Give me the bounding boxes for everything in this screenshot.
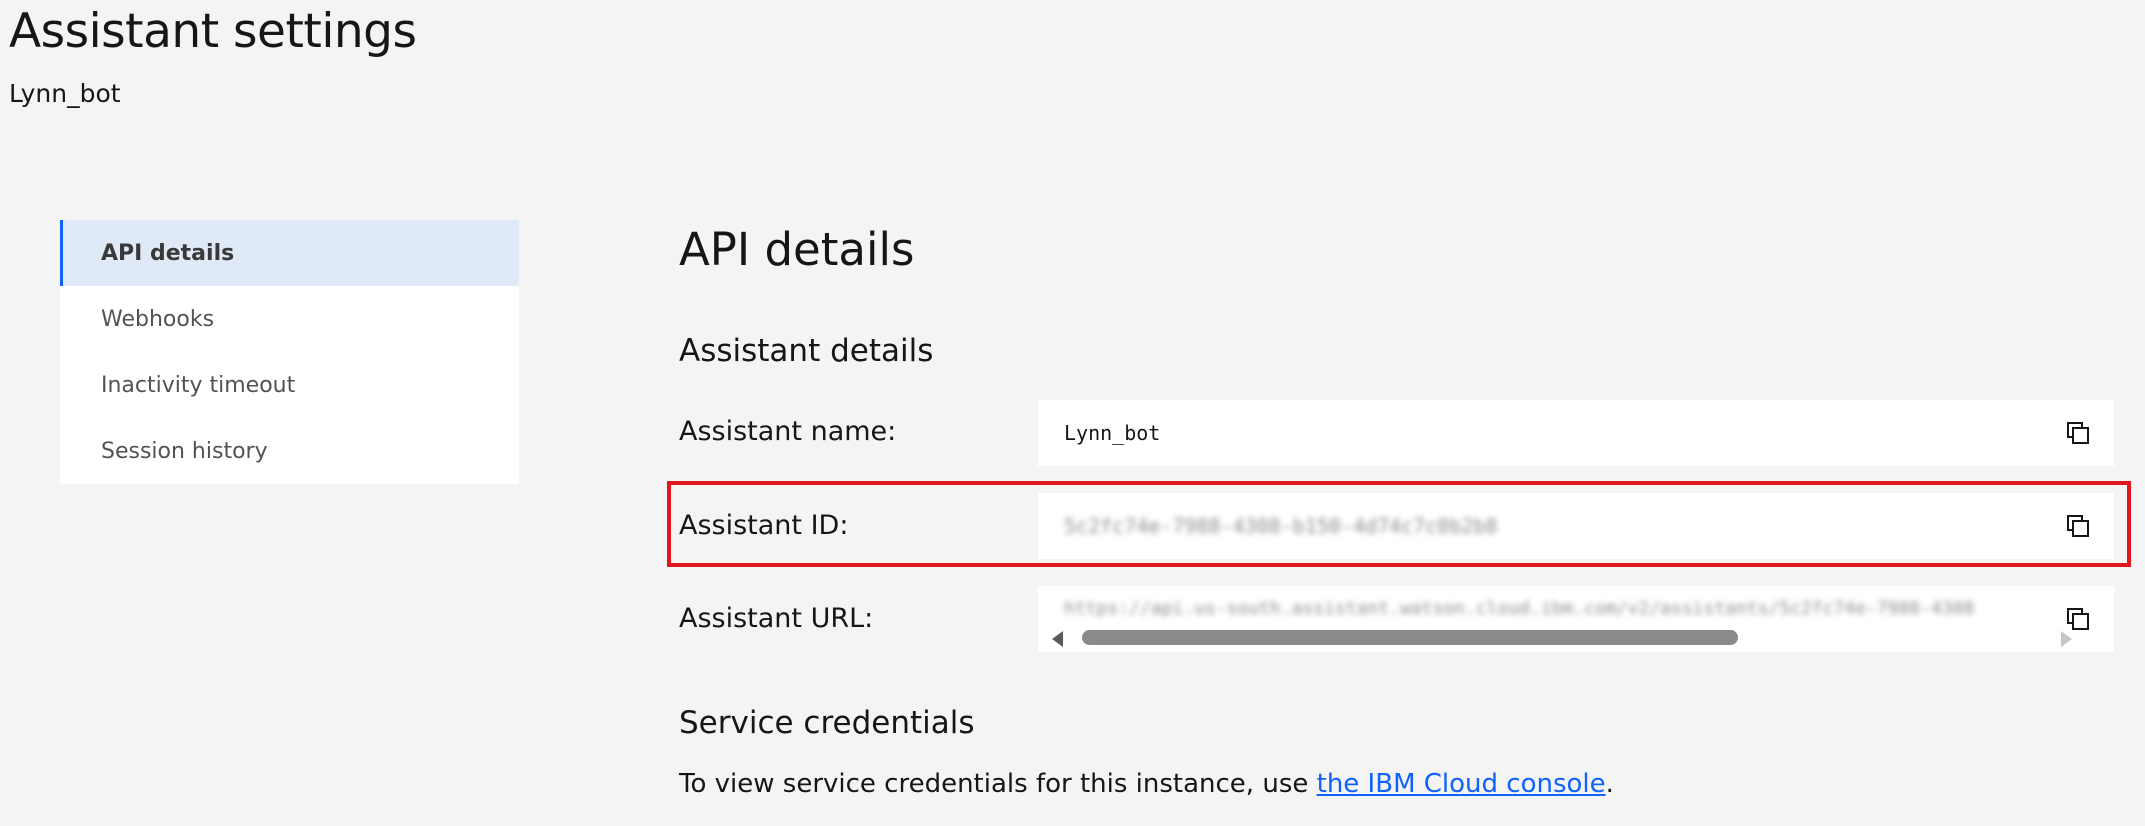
credentials-text-suffix: . bbox=[1605, 769, 1614, 799]
service-credentials-heading: Service credentials bbox=[679, 705, 975, 741]
assistant-url-value[interactable]: https://api.us-south.assistant.watson.cl… bbox=[1064, 594, 2044, 624]
section-heading-api-details: API details bbox=[679, 223, 915, 276]
assistant-details-heading: Assistant details bbox=[679, 333, 934, 369]
assistant-url-label: Assistant URL: bbox=[679, 603, 874, 634]
horizontal-scrollbar[interactable] bbox=[1052, 628, 2072, 647]
credentials-text-prefix: To view service credentials for this ins… bbox=[679, 769, 1317, 799]
page-title: Assistant settings bbox=[9, 4, 417, 59]
sidebar-item-session-history[interactable]: Session history bbox=[60, 418, 519, 484]
assistant-name-field: Lynn_bot bbox=[1038, 400, 2114, 466]
sidebar-item-label: Webhooks bbox=[101, 306, 215, 332]
sidebar-item-webhooks[interactable]: Webhooks bbox=[60, 286, 519, 352]
ibm-cloud-console-link[interactable]: the IBM Cloud console bbox=[1317, 769, 1606, 799]
assistant-name-value[interactable]: Lynn_bot bbox=[1064, 418, 1160, 448]
copy-assistant-name-button[interactable] bbox=[2060, 415, 2096, 451]
service-credentials-description: To view service credentials for this ins… bbox=[679, 766, 1614, 802]
assistant-id-highlight bbox=[667, 481, 2131, 567]
settings-sidebar: API details Webhooks Inactivity timeout … bbox=[60, 220, 519, 484]
scrollbar-thumb[interactable] bbox=[1082, 630, 1738, 645]
copy-assistant-url-button[interactable] bbox=[2060, 601, 2096, 637]
sidebar-item-label: API details bbox=[101, 240, 235, 266]
sidebar-item-api-details[interactable]: API details bbox=[60, 220, 519, 286]
copy-icon bbox=[2067, 422, 2089, 444]
sidebar-item-label: Inactivity timeout bbox=[101, 372, 296, 398]
copy-icon bbox=[2067, 608, 2089, 630]
scroll-left-arrow-icon[interactable] bbox=[1052, 631, 1063, 647]
sidebar-item-inactivity-timeout[interactable]: Inactivity timeout bbox=[60, 352, 519, 418]
assistant-name-subtitle: Lynn_bot bbox=[9, 79, 121, 108]
assistant-url-field: https://api.us-south.assistant.watson.cl… bbox=[1038, 586, 2114, 652]
assistant-name-label: Assistant name: bbox=[679, 416, 897, 447]
sidebar-item-label: Session history bbox=[101, 438, 268, 464]
